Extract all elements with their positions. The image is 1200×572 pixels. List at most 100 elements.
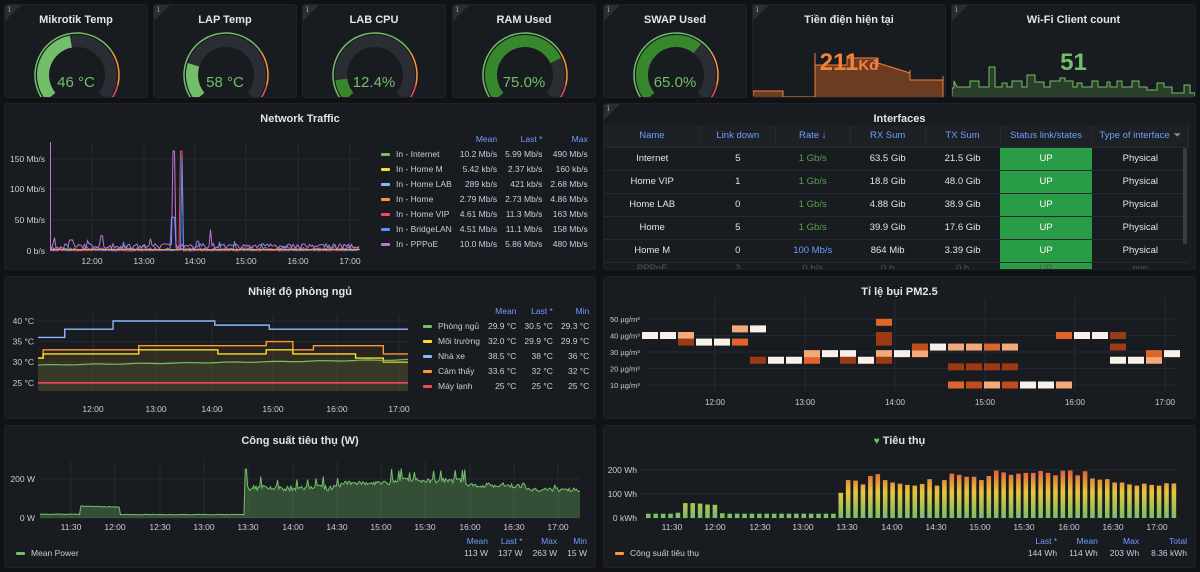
legend-label: In - BridgeLAN [396,223,452,234]
x-tick: 17:00 [1155,398,1176,407]
legend-row[interactable]: In - Home VIP 4.61 Mb/s 11.3 Mb/s 163 Mb/s [381,206,588,221]
network-legend: Mean Last * Max In - Internet 10.2 Mb/s 5.99… [381,132,588,251]
heatmap-cell [1110,356,1126,364]
legend-row[interactable]: Môi trường 32.0 °C 29.9 °C 29.9 °C [423,333,589,348]
legend-row[interactable]: In - Home LAB 289 kb/s 421 kb/s 2.68 Mb/s [381,176,588,191]
legend-row[interactable]: Nhà xe 38.5 °C 38 °C 36 °C [423,348,589,363]
x-tick: 13:00 [795,398,816,407]
gauge-panel-mikrotik-temp[interactable]: i Mikrotik Temp 46 °C [4,4,148,98]
legend-row[interactable]: In - Home M 5.42 kb/s 2.37 kb/s 160 kb/s [381,161,588,176]
legend-row[interactable]: Phòng ngủ 29.9 °C 30.5 °C 29.3 °C [423,318,589,333]
legend-row[interactable]: In - BridgeLAN 4.51 Mb/s 11.1 Mb/s 158 Mb/s [381,221,588,236]
consumption-legend-name[interactable]: Công suất tiêu thụ [615,548,699,558]
legend-header[interactable]: Mean [1057,533,1098,548]
legend-header[interactable]: Last * [497,132,543,146]
legend-header[interactable]: Last * [1016,533,1057,548]
legend-name: In - Home LAB [381,176,452,191]
legend-header[interactable]: Total [1139,533,1187,548]
power-chart[interactable]: 200 W 0 W 11:30 12:00 12:30 13:00 13:30 14:00 14… [5,426,596,541]
bar [993,470,999,518]
legend-header[interactable]: Mean [452,132,497,146]
legend-swatch [615,552,624,556]
cell-name: Home VIP [604,169,701,193]
legend-row[interactable]: In - PPPoE 10.0 Mb/s 5.86 Mb/s 480 Mb/s [381,236,588,251]
table-row[interactable]: Home 5 1 Gb/s 39.9 Gib 17.6 Gib UP Physical [604,215,1189,239]
heatmap-cell [948,363,964,371]
legend-min: 15 W [567,548,587,558]
legend-header[interactable]: Mean [480,304,516,318]
column-header[interactable]: RX Sum [850,125,926,147]
pm25-heatmap[interactable]: 50 µg/m³ 40 µg/m³ 30 µg/m³ 20 µg/m³ 10 µg/m³… [604,277,1196,419]
bar [690,503,696,518]
bar [1082,471,1088,518]
cell-tx-sum: 17.6 Gib [925,215,1001,239]
stat-panel-electricity[interactable]: i Tiền điện hiện tại 211Kđ [752,4,946,98]
stat-panel-wifi-clients[interactable]: i Wi-Fi Client count 51 [951,4,1196,98]
table-row[interactable]: PPPoE 2 0 b/s 0 b0 b UP ppp [604,261,1189,269]
column-header[interactable]: Type of interface ⏷ [1092,125,1190,147]
power-legend-name[interactable]: Mean Power [16,548,79,558]
temperature-panel[interactable]: Nhiệt độ phòng ngủ 40 °C 35 °C 30 °C 25 °C 1… [4,276,596,419]
legend-header[interactable]: Max [1098,533,1139,548]
consumption-bar-chart[interactable]: 200 Wh 100 Wh 0 kWh 11:30 12:00 12:30 13:00 13:… [604,426,1196,541]
column-header[interactable]: TX Sum [925,125,1001,147]
legend-row[interactable]: In - Internet 10.2 Mb/s 5.99 Mb/s 490 Mb/s [381,146,588,161]
legend-header[interactable]: Max [542,132,588,146]
legend-header[interactable]: Min [553,304,590,318]
legend-row[interactable]: In - Home 2.79 Mb/s 2.73 Mb/s 4.86 Mb/s [381,191,588,206]
bar [1023,472,1029,518]
power-panel[interactable]: Công suất tiêu thụ (W) 200 W0 W 11:30 12:0… [4,425,596,568]
pm25-panel[interactable]: Tỉ lệ bụi PM2.5 50 µg/m³ 40 µg/m³ 30 µg/m³… [603,276,1196,419]
x-tick: 14:00 [201,404,223,414]
column-header[interactable]: Name [604,125,701,147]
legend-name: Cảm thấy [423,363,480,378]
heatmap-cell [876,332,892,339]
legend-mean: 33.6 °C [487,365,517,376]
legend-header[interactable]: Mean [454,533,488,548]
heatmap-cell [984,343,1000,351]
cell-rx-sum: 0 b [850,261,926,269]
filter-icon[interactable]: ⏷ [1174,130,1182,141]
bar [942,480,947,518]
cell-status: UP [1000,169,1093,193]
table-row[interactable]: Home LAB 0 1 Gb/s 4.88 Gib 38.9 Gib UP Physica… [604,192,1189,216]
temperature-chart[interactable]: 40 °C 35 °C 30 °C 25 °C 12:00 13:00 14:00 15:00… [5,277,415,419]
table-row[interactable]: Home M 0 100 Mb/s 864 Mib 3.39 Gib UP Physical [604,238,1189,262]
column-header[interactable]: Link down [700,125,776,147]
column-label: TX Sum [945,130,980,142]
legend-header[interactable]: Max [523,533,557,548]
x-tick: 12:00 [82,404,104,414]
legend-header[interactable]: Last * [516,304,553,318]
table-scrollbar[interactable] [1183,148,1187,244]
legend-min: 29.3 °C [560,320,590,331]
gauge-panel-lab-cpu[interactable]: i LAB CPU 12.4% [302,4,446,98]
cell-tx-sum: 21.5 Gib [925,146,1001,170]
heatmap-cell [1056,381,1072,389]
bar [845,480,851,518]
heatmap-cell [966,381,982,389]
consumption-panel[interactable]: ♥ Tiêu thụ 200 Wh 100 Wh 0 kWh 11:30 12:00 12… [603,425,1196,568]
legend-last: 30.5 °C [524,320,553,331]
gauge-panel-ram-used[interactable]: i RAM Used 75.0% [452,4,596,98]
legend-label: Nhà xe [438,350,465,361]
interfaces-panel[interactable]: i Interfaces Name Link down Rate ↓ RX Sum TX… [603,103,1196,270]
legend-header[interactable]: Last * [488,533,523,548]
legend-last: 2.73 Mb/s [505,193,543,204]
table-row[interactable]: Home VIP 1 1 Gb/s 18.8 Gib 48.0 Gib UP Physica… [604,169,1189,193]
heatmap-cell [1002,363,1018,371]
y-tick: 100 Wh [608,489,638,499]
legend-row[interactable]: Máy lạnh 25 °C 25 °C 25 °C [423,378,589,393]
gauge-panel-swap-used[interactable]: i SWAP Used 65.0% [603,4,747,98]
gauge-panel-lap-temp[interactable]: i LAP Temp 58 °C [153,4,297,98]
table-row[interactable]: Internet 5 1 Gb/s 63.5 Gib 21.5 Gib UP Physica… [604,146,1189,170]
column-header[interactable]: Rate ↓ [775,125,851,147]
heatmap-cell [750,325,766,333]
legend-row[interactable]: Cảm thấy 33.6 °C 32 °C 32 °C [423,363,589,378]
network-traffic-chart[interactable]: 150 Mb/s 100 Mb/s 50 Mb/s 0 b/s 12:00 13… [5,104,375,270]
legend-swatch [423,354,432,358]
bar [1090,478,1095,518]
column-header[interactable]: Status link/states [1000,125,1093,147]
legend-header[interactable]: Min [557,533,587,548]
legend-last: 421 kb/s [510,178,543,189]
network-traffic-panel[interactable]: Network Traffic 150 Mb/s 100 Mb/s 50 Mb/… [4,103,596,270]
